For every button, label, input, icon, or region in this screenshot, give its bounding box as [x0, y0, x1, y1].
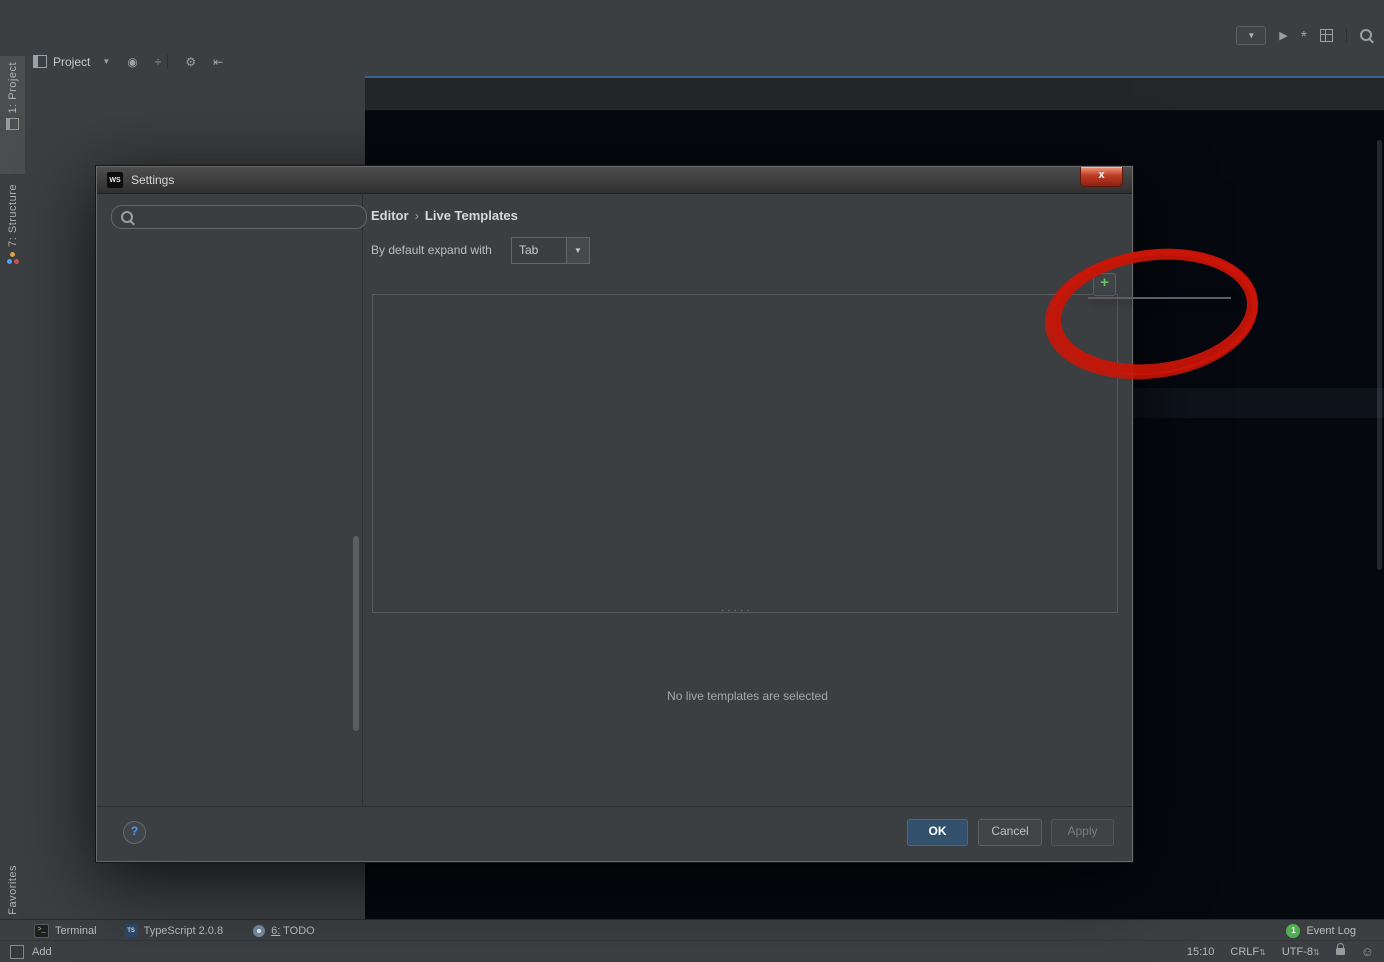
hector-notification-icon[interactable]: ☺ [1361, 944, 1374, 959]
todo-icon [253, 925, 265, 937]
search-everywhere-icon[interactable] [1360, 29, 1372, 41]
stripe-structure-label: 7: Structure [7, 184, 19, 247]
run-toolbar: ▼ ▶ * [1236, 26, 1372, 45]
cancel-button[interactable]: Cancel [978, 819, 1042, 846]
add-popup-menu [1088, 297, 1231, 299]
project-panel-icon [33, 55, 47, 68]
gear-icon[interactable]: ⚙ [185, 55, 196, 69]
locate-file-icon[interactable]: ◉ [127, 55, 137, 69]
clock-widget[interactable]: 15:10 [1187, 946, 1215, 958]
debug-icon[interactable]: * [1301, 33, 1307, 43]
project-tool-icon [6, 118, 19, 130]
close-dialog-button[interactable]: x [1080, 167, 1123, 187]
tag-breadcrumb-bar [365, 78, 1384, 111]
settings-search-input[interactable] [139, 209, 323, 226]
event-log-icon: 1 [1286, 924, 1300, 938]
event-log-button[interactable]: 1 Event Log [1286, 924, 1356, 938]
stripe-project-label: 1: Project [7, 62, 19, 113]
settings-nav-panel [97, 193, 363, 807]
stripe-button-structure[interactable]: 7: Structure [0, 178, 25, 304]
project-panel-title: Project [53, 55, 90, 69]
empty-selection-message: No live templates are selected [363, 689, 1132, 703]
event-log-label: Event Log [1306, 925, 1356, 937]
navigation-toolbar: ▼ ▶ * [0, 22, 1384, 49]
typescript-icon: TS [125, 924, 138, 937]
typescript-button[interactable]: TS TypeScript 2.0.8 [125, 924, 224, 937]
splitter-grip[interactable] [721, 605, 753, 616]
webstorm-logo-icon: WS [107, 172, 123, 188]
status-hint-text: Add [32, 946, 52, 958]
typescript-label: TypeScript 2.0.8 [144, 925, 224, 937]
run-configuration-dropdown[interactable]: ▼ [1236, 26, 1266, 45]
settings-search-box[interactable] [111, 205, 367, 229]
main-menu-bar [0, 0, 1384, 23]
apply-button[interactable]: Apply [1051, 819, 1114, 846]
lock-icon[interactable] [1336, 948, 1345, 955]
terminal-label: Terminal [55, 925, 97, 937]
settings-breadcrumb-child: Live Templates [425, 208, 518, 223]
terminal-icon: >_ [34, 924, 49, 938]
settings-dialog: WS Settings x Editor›Live Templates By d… [96, 166, 1133, 862]
hide-panel-icon[interactable]: ⇤ [213, 55, 223, 69]
stripe-button-project[interactable]: 1: Project [0, 56, 25, 174]
expand-with-value: Tab [512, 238, 566, 263]
settings-title-bar[interactable]: WS Settings [97, 167, 1132, 194]
search-icon [121, 211, 133, 223]
help-button[interactable]: ? [123, 821, 146, 844]
ok-button[interactable]: OK [907, 819, 968, 846]
structure-tool-icon [7, 252, 19, 264]
project-view-dropdown-icon[interactable]: ▼ [102, 57, 110, 66]
settings-dialog-title: Settings [131, 173, 174, 187]
tool-window-stripe: 1: Project 7: Structure [0, 48, 26, 920]
expand-with-combobox[interactable]: Tab ▼ [511, 237, 590, 264]
collapse-all-icon[interactable]: ÷ [155, 55, 162, 69]
status-bar: Add 15:10 CRLF⇅ UTF-8⇅ ☺ [0, 940, 1384, 962]
expand-with-label: By default expand with [371, 243, 492, 257]
add-icon[interactable] [1093, 273, 1116, 296]
tool-window-bar: >_ Terminal TS TypeScript 2.0.8 6: TODO … [0, 919, 1384, 941]
panel-divider [167, 55, 168, 69]
dialog-button-bar: ? OK Cancel Apply [97, 806, 1132, 861]
combobox-arrow-icon[interactable]: ▼ [566, 238, 589, 263]
line-ending-widget[interactable]: CRLF⇅ [1230, 946, 1265, 958]
add-hint-icon [10, 945, 24, 959]
todo-label: 6: TODO [271, 925, 315, 937]
run-icon[interactable]: ▶ [1279, 29, 1287, 42]
settings-content-panel: Editor›Live Templates By default expand … [363, 193, 1132, 807]
toolbar-divider [1346, 28, 1347, 42]
settings-breadcrumb-parent: Editor [371, 208, 409, 223]
encoding-widget[interactable]: UTF-8⇅ [1282, 946, 1320, 958]
coverage-icon[interactable] [1320, 29, 1333, 42]
editor-scrollbar[interactable] [1377, 140, 1382, 570]
terminal-button[interactable]: >_ Terminal [34, 924, 97, 938]
editor-tab-bar [365, 48, 1384, 78]
live-templates-list [372, 294, 1118, 613]
settings-breadcrumb: Editor›Live Templates [371, 208, 518, 223]
todo-button[interactable]: 6: TODO [253, 925, 315, 937]
breadcrumb-separator: › [409, 208, 425, 223]
settings-tree-scrollbar[interactable] [353, 536, 359, 731]
